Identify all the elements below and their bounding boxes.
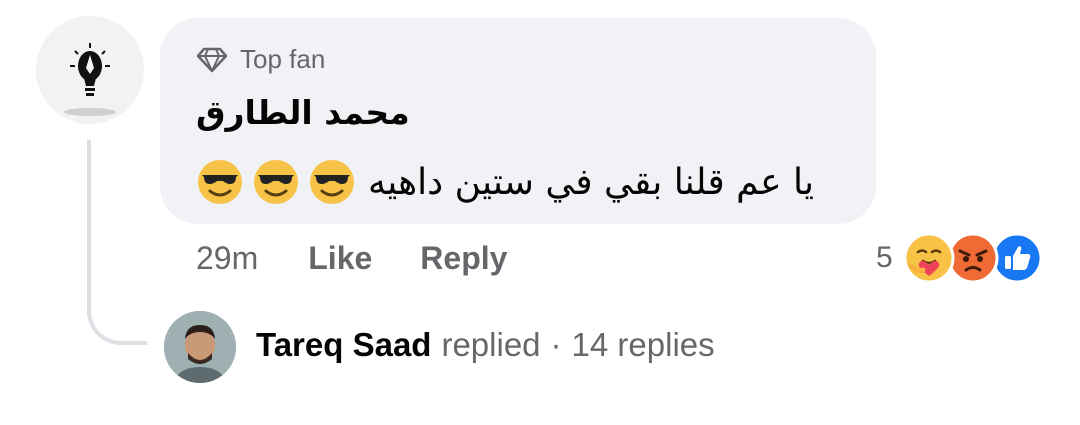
reactions-summary[interactable]: 5: [876, 232, 1043, 284]
top-fan-badge: Top fan: [196, 44, 325, 75]
view-replies-link[interactable]: Tareq Saad replied · 14 replies: [256, 326, 715, 364]
care-reaction-icon: [903, 232, 955, 284]
emoji-group: [196, 158, 356, 206]
reaction-count: 5: [876, 241, 893, 274]
separator-dot: ·: [550, 326, 562, 363]
lightbulb-pen-icon: [36, 16, 144, 124]
comment-actions: 29m Like Reply: [196, 240, 507, 277]
comment-text: يا عم قلنا بقي في ستين داهيه: [368, 161, 814, 203]
sunglasses-emoji-icon: [254, 160, 298, 204]
comment-author[interactable]: محمد الطارق: [196, 93, 410, 132]
thread-connector-line: [87, 140, 147, 345]
sunglasses-emoji-icon: [310, 160, 354, 204]
replier-name[interactable]: Tareq Saad: [256, 326, 431, 364]
like-button[interactable]: Like: [308, 240, 372, 277]
comment-bubble: Top fan محمد الطارق يا عم قلنا بقي في ست…: [160, 18, 876, 224]
badge-label: Top fan: [240, 44, 326, 74]
diamond-icon: [196, 47, 228, 72]
comment-body: يا عم قلنا بقي في ستين داهيه: [196, 158, 846, 206]
reaction-icons: [903, 232, 1043, 284]
reply-button[interactable]: Reply: [420, 240, 507, 277]
comment-timestamp[interactable]: 29m: [196, 240, 258, 277]
replier-avatar[interactable]: [164, 311, 236, 383]
sunglasses-emoji-icon: [198, 160, 242, 204]
replied-text: replied: [441, 326, 541, 363]
profile-photo-icon: [164, 311, 236, 383]
replies-count[interactable]: 14 replies: [572, 326, 715, 364]
commenter-avatar[interactable]: [36, 16, 144, 124]
